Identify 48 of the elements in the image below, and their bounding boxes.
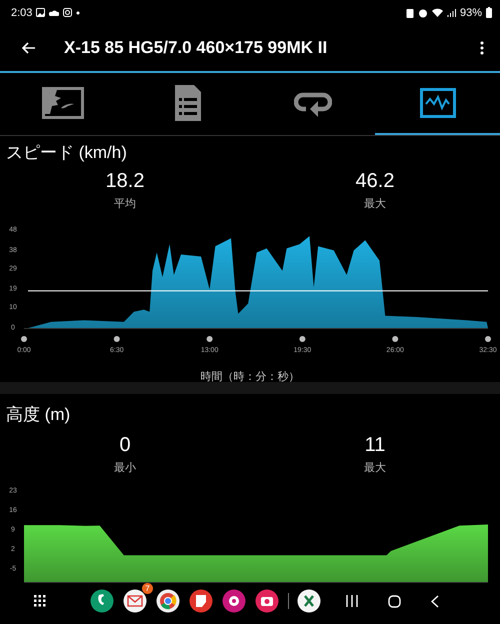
- cloud-icon: [49, 8, 60, 16]
- notification-badge: 7: [142, 583, 153, 594]
- activity-monitor-icon: [420, 88, 456, 118]
- recents-icon: [346, 595, 358, 607]
- stat-label: 最大: [364, 197, 386, 211]
- camera-app-icon[interactable]: [255, 589, 279, 613]
- battery-percent: 93%: [460, 6, 482, 18]
- axis-title: 時間（時：分：秒）: [200, 371, 300, 382]
- more-icon: [480, 41, 484, 55]
- window-title: X-15 85 HG5/7.0 460×175 99MK II: [64, 38, 328, 58]
- tick-dot: [114, 336, 120, 342]
- camera-icon: [63, 8, 72, 17]
- stat-value: 18.2: [106, 170, 144, 193]
- map-icon: [42, 87, 84, 119]
- mail-app-icon[interactable]: [123, 589, 147, 613]
- phone-app-icon[interactable]: [90, 589, 114, 613]
- stat-value: 11: [364, 434, 386, 457]
- home-button[interactable]: [388, 594, 401, 608]
- back-icon: [431, 594, 439, 608]
- apps-grid-icon: [34, 595, 46, 607]
- tick-dot: [485, 336, 491, 342]
- flower-app-icon[interactable]: [222, 589, 246, 613]
- section-title: 高度 (m): [5, 404, 72, 426]
- dot-icon: [76, 10, 80, 14]
- stat-value: 46.2: [356, 170, 394, 193]
- notes-app-icon[interactable]: [189, 589, 213, 613]
- clock: 2:03: [11, 6, 32, 18]
- signal-icon: [446, 8, 456, 17]
- browser-app-icon[interactable]: [156, 589, 180, 613]
- stat-label: 平均: [114, 197, 136, 211]
- recents-button[interactable]: [346, 595, 358, 607]
- back-arrow-icon: [22, 42, 36, 54]
- battery-icon: [486, 7, 492, 18]
- spreadsheet-app-icon[interactable]: [297, 589, 321, 613]
- gallery-icon: [36, 8, 46, 17]
- document-list-icon: [174, 84, 202, 122]
- apps-button[interactable]: [34, 595, 46, 607]
- stat-label: 最小: [114, 461, 136, 475]
- tick-dot: [392, 336, 398, 342]
- wifi-icon: [432, 8, 443, 17]
- tick-dot: [206, 336, 213, 342]
- tick-dot: [299, 336, 306, 342]
- tick-dot: [21, 336, 27, 342]
- home-icon: [388, 594, 401, 608]
- stat-label: 最大: [364, 461, 386, 475]
- section-title: スピード (km/h): [5, 142, 128, 164]
- back-button[interactable]: [431, 594, 439, 608]
- stat-value: 0: [119, 434, 131, 457]
